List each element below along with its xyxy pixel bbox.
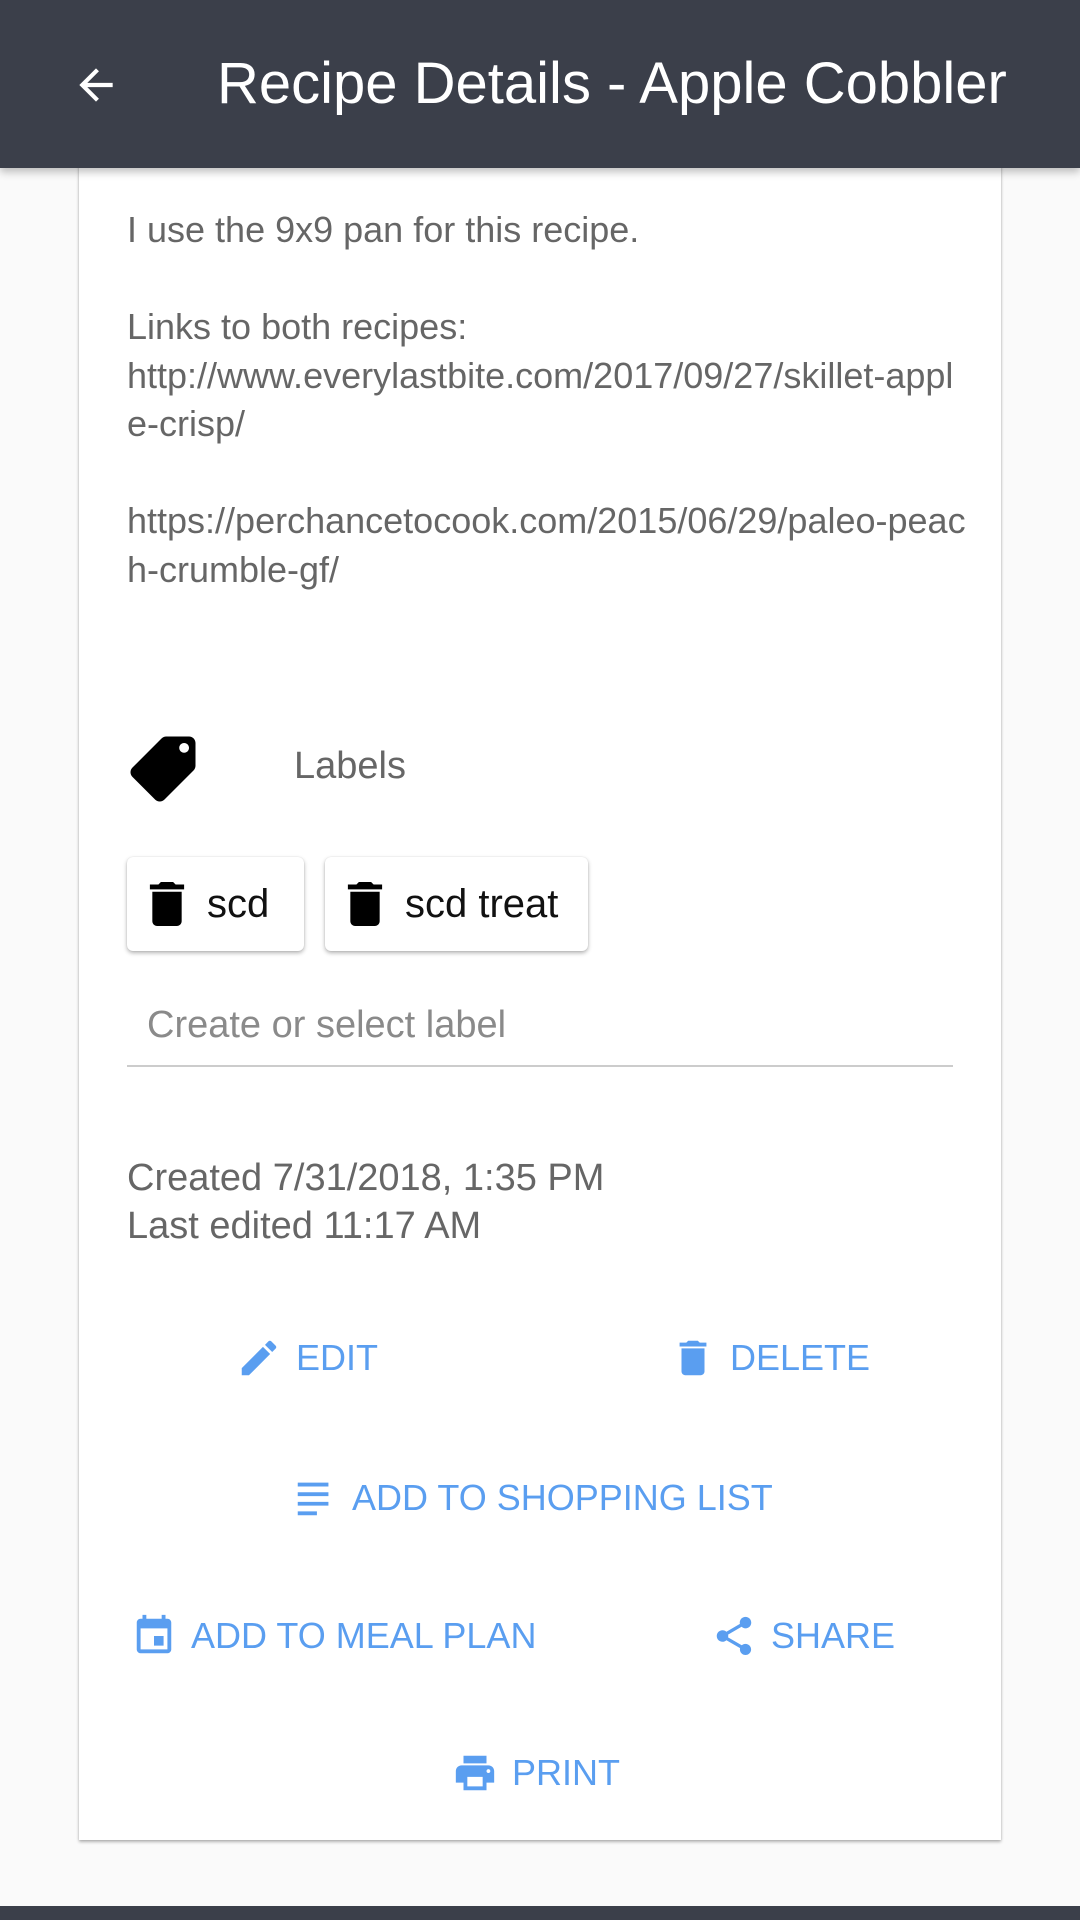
meal-plan-label: ADD TO MEAL PLAN — [191, 1615, 537, 1656]
chip-delete-button[interactable] — [345, 882, 385, 926]
shopping-list-label: ADD TO SHOPPING LIST — [352, 1477, 773, 1518]
notes-line: Links to both recipes: — [127, 306, 468, 347]
bottom-edge — [0, 1906, 1080, 1920]
created-timestamp: Created 7/31/2018, 1:35 PM — [127, 1157, 605, 1199]
delete-button[interactable]: DELETE — [670, 1335, 870, 1381]
notes-line: I use the 9x9 pan for this recipe. — [127, 209, 640, 250]
arrow-back-icon — [79, 68, 113, 102]
print-button[interactable]: PRINT — [452, 1750, 620, 1796]
notes-spacer — [127, 449, 967, 498]
printer-icon — [455, 1755, 495, 1791]
chip-delete-button[interactable] — [147, 882, 187, 926]
back-button[interactable] — [58, 47, 134, 123]
labels-heading: Labels — [294, 745, 406, 787]
delete-label: DELETE — [730, 1337, 871, 1378]
notes-link: https://perchancetocook.com/2015/06/29/p… — [127, 500, 966, 590]
print-label: PRINT — [512, 1752, 620, 1793]
share-label: SHARE — [771, 1615, 896, 1656]
tag-icon — [130, 736, 196, 802]
edited-timestamp: Last edited 11:17 AM — [127, 1205, 482, 1247]
trash-icon — [347, 882, 383, 926]
app-bar: Recipe Details - Apple Cobbler — [0, 0, 1080, 168]
trash-icon — [149, 882, 185, 926]
recipe-notes: I use the 9x9 pan for this recipe. Links… — [127, 206, 967, 594]
label-chip-scd[interactable]: scd — [127, 857, 304, 951]
notes-spacer — [127, 255, 967, 304]
recipe-meta: Created 7/31/2018, 1:35 PM Last edited 1… — [127, 1154, 604, 1250]
share-icon — [716, 1616, 752, 1656]
label-chip-scd-treat[interactable]: scd treat — [325, 857, 588, 951]
chip-label: scd — [207, 881, 270, 926]
share-button[interactable]: SHARE — [711, 1613, 895, 1659]
add-to-shopping-list-button[interactable]: ADD TO SHOPPING LIST — [292, 1475, 773, 1521]
add-to-meal-plan-button[interactable]: ADD TO MEAL PLAN — [131, 1613, 536, 1659]
trash-icon — [679, 1340, 707, 1376]
list-icon — [297, 1482, 329, 1516]
calendar-icon — [136, 1614, 172, 1654]
notes-link: http://www.everylastbite.com/2017/09/27/… — [127, 354, 954, 445]
edit-button[interactable]: EDIT — [236, 1335, 378, 1381]
edit-label: EDIT — [296, 1337, 379, 1378]
label-input[interactable] — [127, 985, 953, 1067]
chip-label: scd treat — [405, 881, 559, 926]
pencil-icon — [241, 1340, 277, 1376]
page-title: Recipe Details - Apple Cobbler — [217, 51, 1007, 116]
